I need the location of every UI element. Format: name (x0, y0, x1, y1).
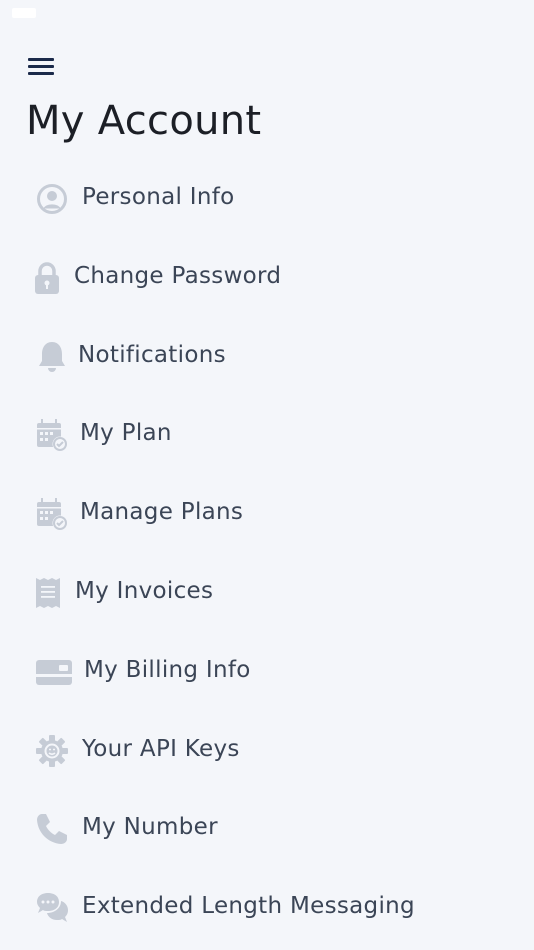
menu-item-label: Change Password (74, 262, 282, 289)
menu-item-my-invoices[interactable]: My Invoices (0, 556, 534, 635)
menu-item-notifications[interactable]: Notifications (0, 320, 534, 399)
menu-item-label: Extended Length Messaging (82, 893, 415, 920)
battery-icon (12, 8, 36, 18)
phone-icon (35, 812, 69, 846)
menu-item-label: Your API Keys (82, 735, 240, 762)
menu-item-label: My Invoices (75, 577, 214, 604)
receipt-icon (33, 576, 63, 610)
hamburger-line (28, 72, 54, 75)
status-bar (0, 0, 534, 30)
menu-item-label: Notifications (78, 341, 226, 368)
calendar-icon (35, 497, 69, 531)
menu-item-label: Personal Info (82, 184, 235, 210)
chat-bubbles-icon (35, 891, 69, 925)
menu-item-label: My Number (82, 814, 218, 841)
menu-item-manage-plans[interactable]: Manage Plans (0, 477, 534, 556)
hamburger-line (28, 58, 54, 61)
menu-item-extended-length-messaging[interactable]: Extended Length Messaging (0, 871, 534, 950)
gear-icon (35, 734, 69, 768)
menu-item-my-number[interactable]: My Number (0, 792, 534, 871)
menu-item-personal-info[interactable]: Personal Info (0, 162, 534, 241)
page-title: My Account (26, 98, 262, 144)
bell-icon (35, 340, 69, 374)
menu-item-my-plan[interactable]: My Plan (0, 398, 534, 477)
calendar-icon (35, 418, 69, 452)
user-circle-icon (35, 182, 69, 216)
menu-item-label: My Billing Info (84, 656, 251, 683)
menu-item-label: Manage Plans (80, 499, 244, 526)
menu-item-my-billing-info[interactable]: My Billing Info (0, 635, 534, 714)
account-menu: Personal Info Change Password Notificati… (0, 162, 534, 950)
menu-item-label: My Plan (80, 420, 172, 447)
menu-item-your-api-keys[interactable]: Your API Keys (0, 714, 534, 793)
hamburger-menu-button[interactable] (28, 58, 54, 78)
lock-icon (32, 261, 62, 295)
credit-card-icon (35, 655, 73, 689)
menu-item-change-password[interactable]: Change Password (0, 241, 534, 320)
hamburger-line (28, 65, 54, 68)
